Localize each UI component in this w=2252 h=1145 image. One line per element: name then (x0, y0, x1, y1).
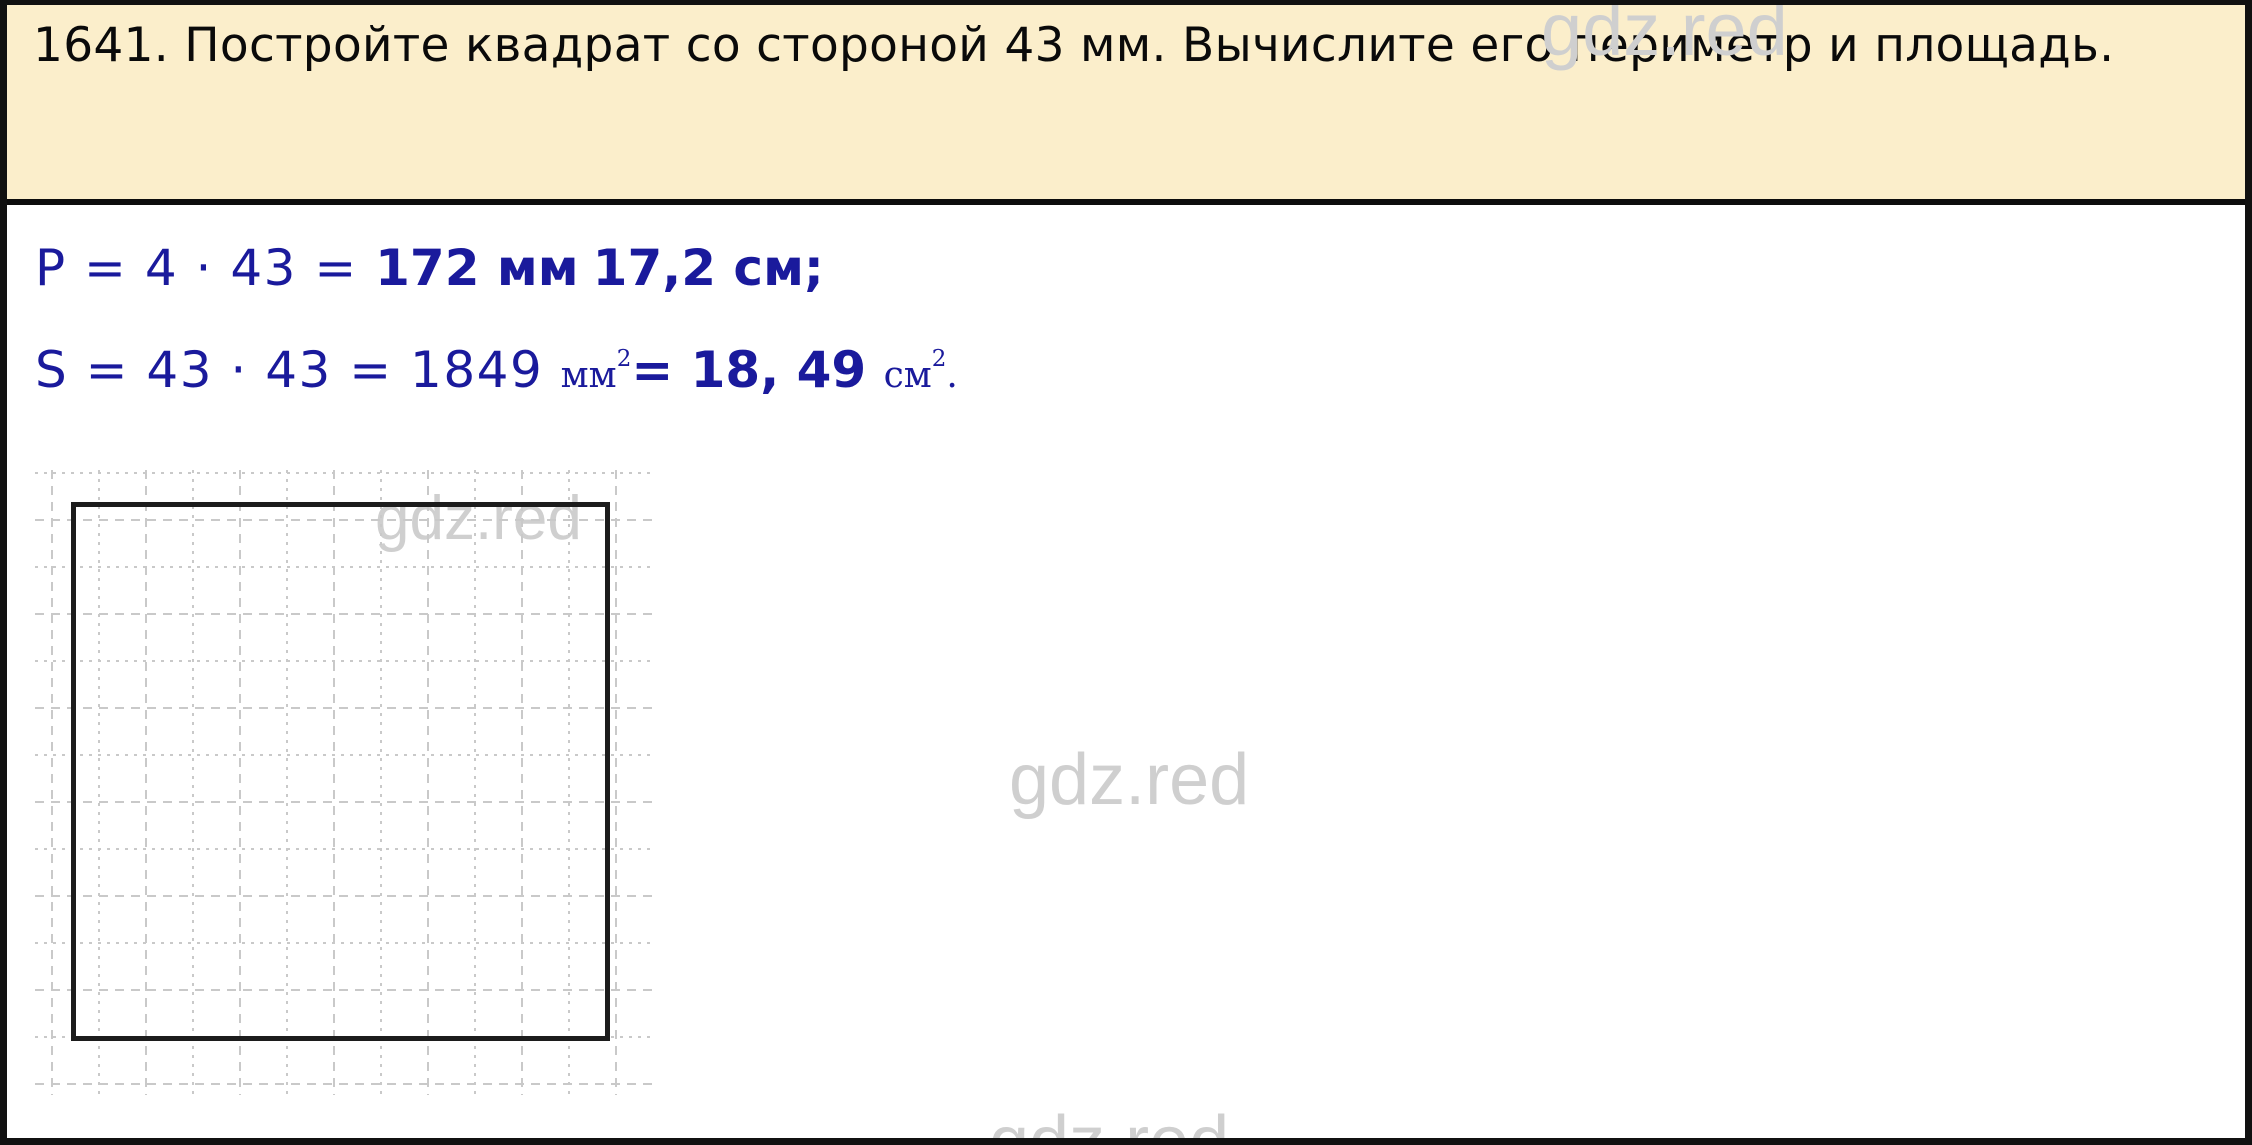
drawn-square (71, 502, 610, 1041)
task-statement-text: 1641. Постройте квадрат со стороной 43 м… (33, 18, 2115, 73)
perimeter-expression: P = 4 · 43 = (35, 239, 376, 297)
area-answer-cm: 18, 49 (690, 341, 884, 399)
area-equation: S = 43 · 43 = 1849 мм2= 18, 49 см2. (35, 341, 958, 399)
solution-area: gdz.red gdz.red gdz.red P = 4 · 43 = 172… (7, 205, 2245, 1138)
square-figure (35, 470, 655, 1095)
perimeter-equation: P = 4 · 43 = 172 мм 17,2 см; (35, 239, 824, 297)
area-trailing-period: . (946, 355, 958, 396)
worksheet-page: 1641. Постройте квадрат со стороной 43 м… (0, 0, 2252, 1145)
task-statement-banner: 1641. Постройте квадрат со стороной 43 м… (7, 5, 2245, 205)
perimeter-answer-cm: 17,2 см; (592, 239, 824, 297)
area-equals-sign: = (631, 341, 691, 399)
watermark-bottom: gdz.red (989, 1102, 1230, 1145)
area-exponent-mm: 2 (616, 345, 632, 372)
area-unit-mm: мм (560, 355, 617, 396)
area-unit-cm: см (883, 355, 932, 396)
area-exponent-cm: 2 (931, 345, 947, 372)
perimeter-answer-mm: 172 мм (375, 239, 579, 297)
area-expression: S = 43 · 43 = 1849 (35, 341, 561, 399)
watermark-middle: gdz.red (1009, 740, 1250, 820)
